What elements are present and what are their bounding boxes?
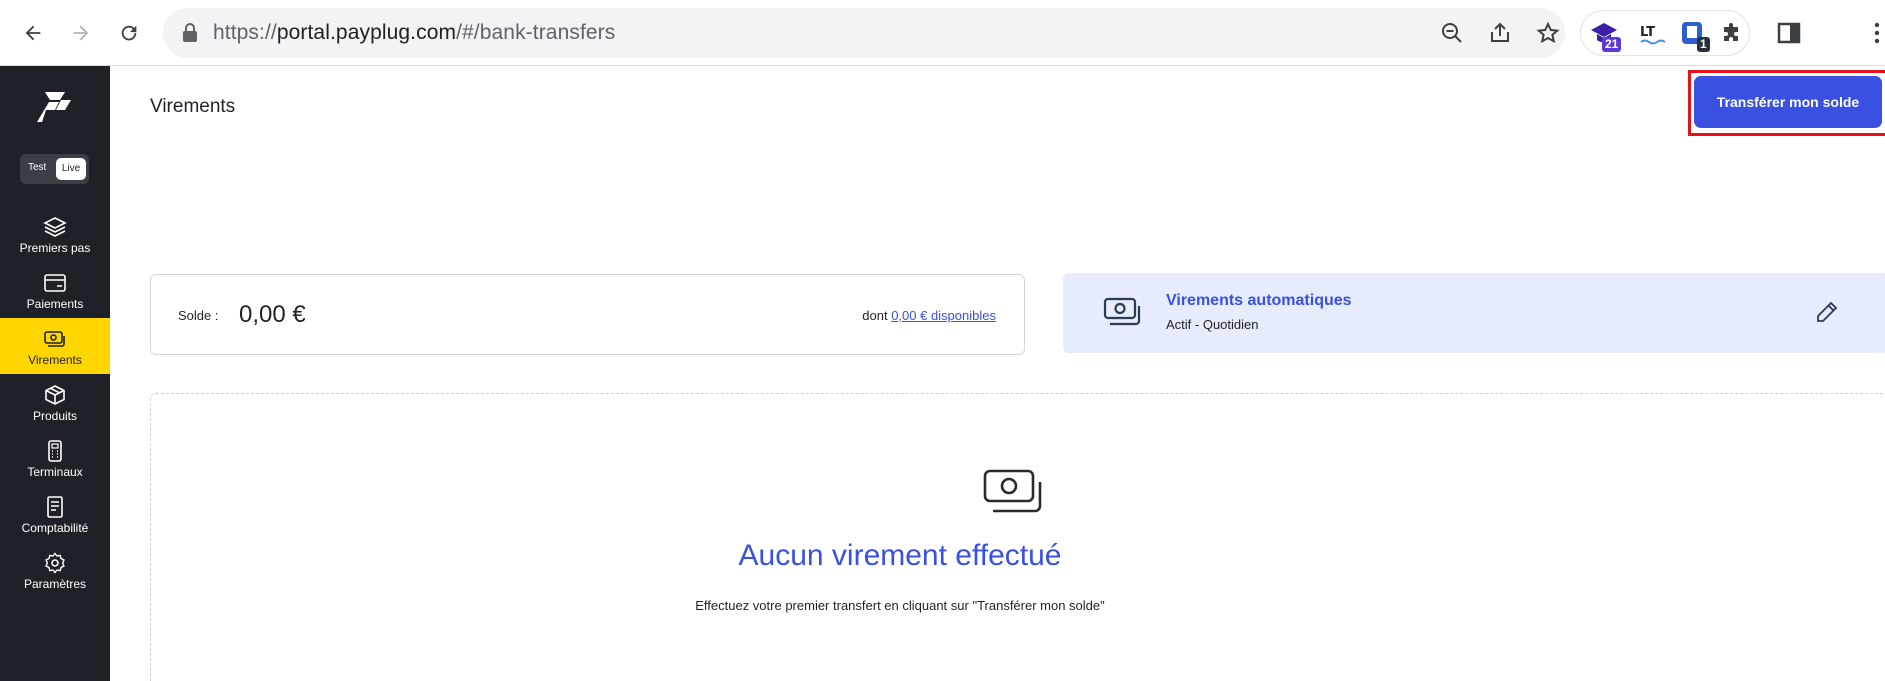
cash-icon — [983, 469, 1042, 513]
address-bar[interactable]: https://portal.payplug.com/#/bank-transf… — [163, 8, 1565, 58]
cash-icon — [1103, 297, 1141, 326]
sidebar-item-label: Paramètres — [23, 577, 87, 591]
balance-amount: 0,00 € — [239, 301, 306, 328]
url-host: portal.payplug.com — [276, 21, 457, 44]
sidebar-item-parametres[interactable]: Paramètres — [0, 542, 110, 598]
auto-transfers-status: Actif - Quotidien — [1166, 317, 1259, 332]
forward-button[interactable] — [65, 17, 97, 49]
mode-toggle[interactable]: Test Live — [20, 154, 89, 184]
balance-available: dont 0,00 € disponibles — [862, 308, 996, 323]
balance-label: Solde : — [178, 308, 219, 323]
sidebar-item-premiers-pas[interactable]: Premiers pas — [0, 206, 110, 262]
puzzle-icon[interactable] — [1719, 19, 1749, 49]
sidebar: Test Live Premiers pas Paiements Viremen… — [0, 66, 110, 681]
sidebar-item-comptabilite[interactable]: Comptabilité — [0, 486, 110, 542]
url-prefix: https:// — [213, 21, 277, 44]
graduation-cap-extension-icon[interactable]: 21 — [1589, 19, 1622, 52]
star-icon[interactable] — [1536, 21, 1560, 45]
empty-state-title: Aucun virement effectué — [738, 539, 1062, 572]
box-icon — [45, 385, 65, 405]
menu-kebab-icon[interactable] — [1872, 20, 1882, 46]
sidebar-item-terminaux[interactable]: Terminaux — [0, 430, 110, 486]
extensions-area: 21 LT 1 — [1580, 10, 1750, 56]
sidebar-item-label: Paiements — [26, 297, 84, 311]
balance-card: Solde : 0,00 € dont 0,00 € disponibles — [150, 274, 1025, 355]
pencil-icon[interactable] — [1815, 300, 1839, 324]
layers-icon — [43, 217, 67, 237]
back-button[interactable] — [17, 17, 49, 49]
empty-state — [150, 393, 1885, 681]
browser-toolbar: https://portal.payplug.com/#/bank-transf… — [0, 0, 1885, 66]
languagetool-extension-icon[interactable]: LT — [1637, 19, 1667, 49]
sidebar-item-label: Produits — [32, 409, 78, 423]
url-path: /#/bank-transfers — [456, 21, 616, 44]
page-title: Virements — [150, 96, 236, 117]
bookmark-extension-icon[interactable]: 1 — [1679, 19, 1710, 52]
gear-icon — [45, 552, 65, 574]
reload-icon — [121, 25, 137, 41]
available-balance-link[interactable]: 0,00 € disponibles — [891, 308, 996, 323]
sidebar-item-label: Virements — [28, 353, 82, 367]
extension-badge: 1 — [1697, 37, 1710, 52]
ledger-icon — [47, 496, 63, 518]
sidebar-item-label: Terminaux — [27, 465, 83, 479]
auto-transfers-card[interactable]: Virements automatiques Actif - Quotidien — [1063, 273, 1885, 353]
sidebar-item-label: Premiers pas — [19, 241, 91, 255]
arrow-right-icon — [73, 25, 89, 41]
mode-live[interactable]: Live — [56, 158, 86, 180]
share-icon[interactable] — [1488, 21, 1512, 45]
mode-test[interactable]: Test — [28, 162, 46, 173]
arrow-left-icon — [25, 25, 41, 41]
empty-state-subtitle: Effectuez votre premier transfert en cli… — [695, 598, 1105, 613]
card-icon — [44, 274, 66, 292]
svg-text:LT: LT — [1640, 25, 1655, 40]
main-content: Virements Transférer mon solde Solde : 0… — [110, 66, 1885, 681]
extension-badge: 21 — [1602, 37, 1622, 52]
zoom-out-icon[interactable] — [1440, 21, 1464, 45]
url-text: https://portal.payplug.com/#/bank-transf… — [213, 21, 615, 45]
sidebar-item-label: Comptabilité — [21, 521, 89, 535]
reload-button[interactable] — [113, 17, 145, 49]
lock-icon — [183, 23, 197, 42]
sidebar-item-paiements[interactable]: Paiements — [0, 262, 110, 318]
side-panel-icon[interactable] — [1776, 20, 1802, 46]
cash-icon — [44, 331, 65, 347]
auto-transfers-title: Virements automatiques — [1166, 292, 1352, 309]
terminal-icon — [48, 440, 62, 462]
sidebar-item-virements[interactable]: Virements — [0, 318, 110, 374]
payplug-logo — [37, 92, 71, 122]
transfer-balance-button[interactable]: Transférer mon solde — [1694, 76, 1882, 128]
available-prefix: dont — [862, 308, 888, 323]
sidebar-item-produits[interactable]: Produits — [0, 374, 110, 430]
